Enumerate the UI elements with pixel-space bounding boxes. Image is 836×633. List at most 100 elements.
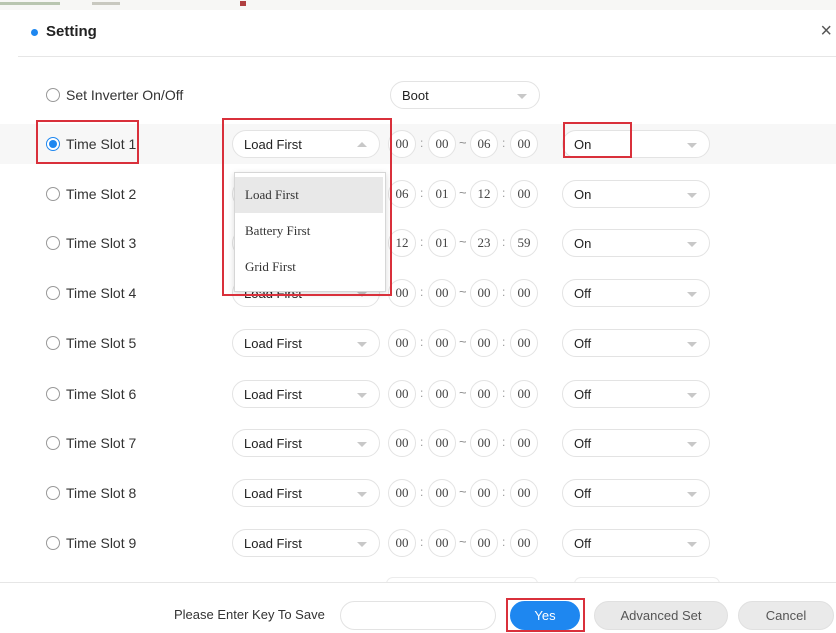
time-slot-1-radio[interactable] (46, 137, 60, 151)
inverter-select[interactable]: Boot (390, 81, 540, 109)
close-icon[interactable]: × (820, 20, 832, 42)
end-minute-field[interactable]: 00 (510, 180, 538, 208)
time-slot-7-radio[interactable] (46, 436, 60, 450)
start-hour-field[interactable]: 12 (388, 229, 416, 257)
end-hour-field[interactable]: 00 (470, 380, 498, 408)
inverter-select-value: Boot (402, 88, 429, 103)
end-hour-field[interactable]: 00 (470, 279, 498, 307)
setting-row-inverter: Set Inverter On/Off Boot (0, 75, 836, 115)
time-slot-6-state-select[interactable]: Off (562, 380, 710, 408)
time-slot-7-state-select[interactable]: Off (562, 429, 710, 457)
end-minute-field[interactable]: 00 (510, 429, 538, 457)
time-range-separator: ~ (459, 234, 467, 249)
chevron-down-icon (357, 492, 367, 497)
yes-button[interactable]: Yes (510, 601, 580, 630)
time-slot-6-mode-select[interactable]: Load First (232, 380, 380, 408)
start-minute-field[interactable]: 00 (428, 429, 456, 457)
time-slot-4-label: Time Slot 4 (66, 285, 137, 301)
state-select-value: Off (574, 486, 592, 501)
end-minute-field[interactable]: 00 (510, 279, 538, 307)
chevron-down-icon (687, 542, 697, 547)
inverter-radio[interactable] (46, 88, 60, 102)
end-hour-field[interactable]: 23 (470, 229, 498, 257)
time-slot-2-label: Time Slot 2 (66, 186, 137, 202)
start-hour-field[interactable]: 00 (388, 380, 416, 408)
state-select-value: Off (574, 536, 592, 551)
dropdown-option-grid-first[interactable]: Grid First (235, 249, 383, 285)
dialog-footer: Please Enter Key To Save Yes Advanced Se… (0, 582, 836, 633)
mode-dropdown-menu: Load First Battery First Grid First (234, 172, 386, 292)
start-minute-field[interactable]: 00 (428, 529, 456, 557)
time-slot-1-mode-select[interactable]: Load First (232, 130, 380, 158)
time-slot-1-label: Time Slot 1 (66, 136, 137, 152)
time-slot-3-radio[interactable] (46, 236, 60, 250)
time-slot-9-mode-select[interactable]: Load First (232, 529, 380, 557)
end-hour-field[interactable]: 00 (470, 329, 498, 357)
end-hour-field[interactable]: 00 (470, 529, 498, 557)
time-slot-8-radio[interactable] (46, 486, 60, 500)
end-hour-field[interactable]: 00 (470, 479, 498, 507)
end-hour-field[interactable]: 12 (470, 180, 498, 208)
start-hour-field[interactable]: 06 (388, 180, 416, 208)
time-colon: : (502, 285, 506, 299)
chevron-down-icon (357, 442, 367, 447)
start-hour-field[interactable]: 00 (388, 429, 416, 457)
time-slot-5-state-select[interactable]: Off (562, 329, 710, 357)
time-slot-7-mode-select[interactable]: Load First (232, 429, 380, 457)
time-slot-7-label: Time Slot 7 (66, 435, 137, 451)
end-minute-field[interactable]: 00 (510, 329, 538, 357)
mode-select-value: Load First (244, 387, 302, 402)
end-minute-field[interactable]: 00 (510, 529, 538, 557)
start-hour-field[interactable]: 00 (388, 130, 416, 158)
end-hour-field[interactable]: 06 (470, 130, 498, 158)
save-key-input[interactable] (340, 601, 496, 630)
dropdown-option-load-first[interactable]: Load First (235, 177, 383, 213)
time-slot-4-radio[interactable] (46, 286, 60, 300)
start-hour-field[interactable]: 00 (388, 479, 416, 507)
time-slot-6-radio[interactable] (46, 387, 60, 401)
time-colon: : (502, 435, 506, 449)
time-colon: : (502, 335, 506, 349)
dropdown-option-battery-first[interactable]: Battery First (235, 213, 383, 249)
time-slot-9-state-select[interactable]: Off (562, 529, 710, 557)
time-slot-row-5: Time Slot 5 Load First 00:00 ~00:00 Off (0, 323, 836, 363)
time-slot-4-state-select[interactable]: Off (562, 279, 710, 307)
chevron-down-icon (687, 292, 697, 297)
time-slot-5-mode-select[interactable]: Load First (232, 329, 380, 357)
mode-select-value: Load First (244, 486, 302, 501)
cancel-button[interactable]: Cancel (738, 601, 834, 630)
end-minute-field[interactable]: 00 (510, 479, 538, 507)
start-minute-field[interactable]: 00 (428, 380, 456, 408)
time-slot-8-mode-select[interactable]: Load First (232, 479, 380, 507)
start-minute-field[interactable]: 00 (428, 279, 456, 307)
time-slot-3-state-select[interactable]: On (562, 229, 710, 257)
state-select-value: On (574, 137, 592, 152)
start-minute-field[interactable]: 01 (428, 229, 456, 257)
start-hour-field[interactable]: 00 (388, 329, 416, 357)
start-hour-field[interactable]: 00 (388, 279, 416, 307)
time-colon: : (502, 235, 506, 249)
time-slot-5-radio[interactable] (46, 336, 60, 350)
time-range-separator: ~ (459, 534, 467, 549)
time-colon: : (502, 535, 506, 549)
time-slot-8-state-select[interactable]: Off (562, 479, 710, 507)
start-minute-field[interactable]: 00 (428, 130, 456, 158)
time-range-separator: ~ (459, 334, 467, 349)
state-select-value: Off (574, 286, 592, 301)
state-select-value: On (574, 187, 592, 202)
advanced-set-button[interactable]: Advanced Set (594, 601, 728, 630)
start-minute-field[interactable]: 00 (428, 479, 456, 507)
end-minute-field[interactable]: 00 (510, 130, 538, 158)
start-minute-field[interactable]: 01 (428, 180, 456, 208)
start-hour-field[interactable]: 00 (388, 529, 416, 557)
time-slot-2-radio[interactable] (46, 187, 60, 201)
end-hour-field[interactable]: 00 (470, 429, 498, 457)
time-colon: : (502, 186, 506, 200)
start-minute-field[interactable]: 00 (428, 329, 456, 357)
end-minute-field[interactable]: 59 (510, 229, 538, 257)
time-slot-1-state-select[interactable]: On (562, 130, 710, 158)
end-minute-field[interactable]: 00 (510, 380, 538, 408)
time-slot-9-radio[interactable] (46, 536, 60, 550)
chevron-down-icon (687, 242, 697, 247)
time-slot-2-state-select[interactable]: On (562, 180, 710, 208)
